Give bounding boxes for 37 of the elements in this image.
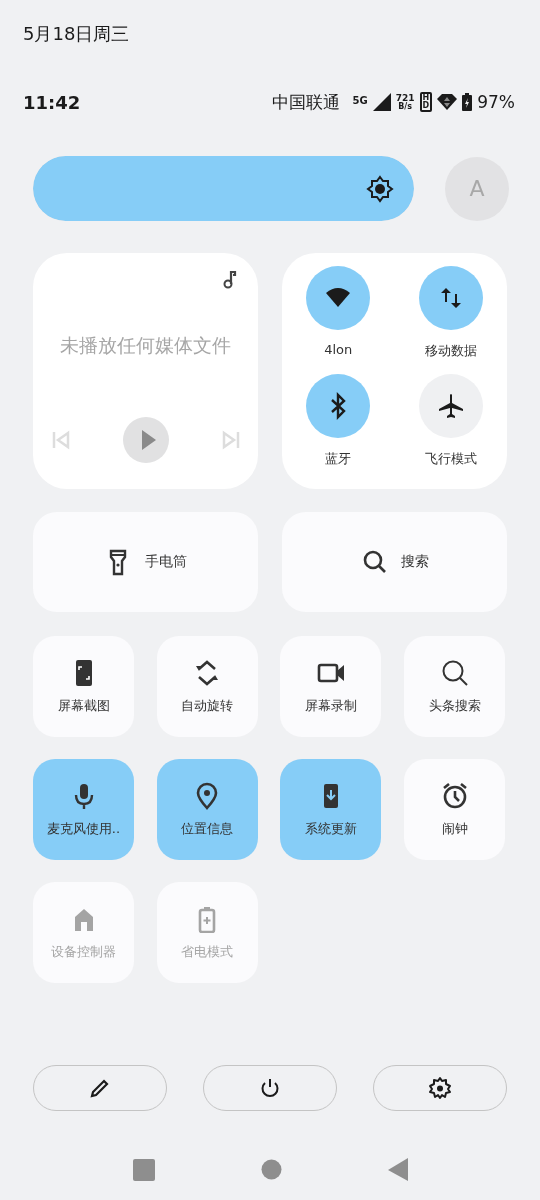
signal-icon [372,93,391,111]
play-icon [139,430,156,450]
quick-tile[interactable]: 手电筒 [33,512,258,612]
no-media-text: 未播放任何媒体文件 [60,333,231,358]
music-note-icon [223,271,237,289]
quick-tile[interactable]: 位置信息 [156,759,258,860]
airplane-icon [436,391,465,420]
quick-tile[interactable]: 头条搜索 [404,636,506,737]
toggle-label: 蓝牙 [325,449,352,468]
date-text: 5月18日周三 [23,22,131,46]
power-icon [259,1077,281,1099]
quick-tile[interactable]: 闹钟 [404,759,506,860]
quick-tile[interactable]: 麦克风使用.. [33,759,134,860]
quick-tile[interactable]: 自动旋转 [156,636,258,737]
settings-icon [428,1076,452,1100]
brightness-icon [366,174,394,203]
quick-tile[interactable]: 搜索 [282,512,507,612]
clock-time: 11:42 [23,91,81,113]
quick-tile[interactable]: 屏幕截图 [33,636,134,737]
battery-charging-icon [462,93,473,111]
toggle-label: 4lon [324,342,353,357]
battery-percent: 97% [477,92,515,112]
toggle-label: 飞行模式 [424,449,477,468]
quick-tile[interactable]: 系统更新 [280,759,382,860]
play-button[interactable] [122,417,169,463]
speed-unit: B/s [398,102,412,111]
search-icon [440,658,469,687]
recents-button[interactable] [132,1158,155,1181]
quick-tile[interactable]: 屏幕录制 [280,636,382,737]
network-type: 5G [352,94,368,106]
speed-value: 721 [395,93,415,103]
toggle-label: 移动数据 [424,342,477,360]
back-button[interactable] [387,1158,408,1181]
home-button[interactable] [260,1159,282,1180]
carrier-name: 中国联通 [271,90,340,114]
pencil-icon [89,1077,111,1099]
wifi-icon [437,94,458,110]
